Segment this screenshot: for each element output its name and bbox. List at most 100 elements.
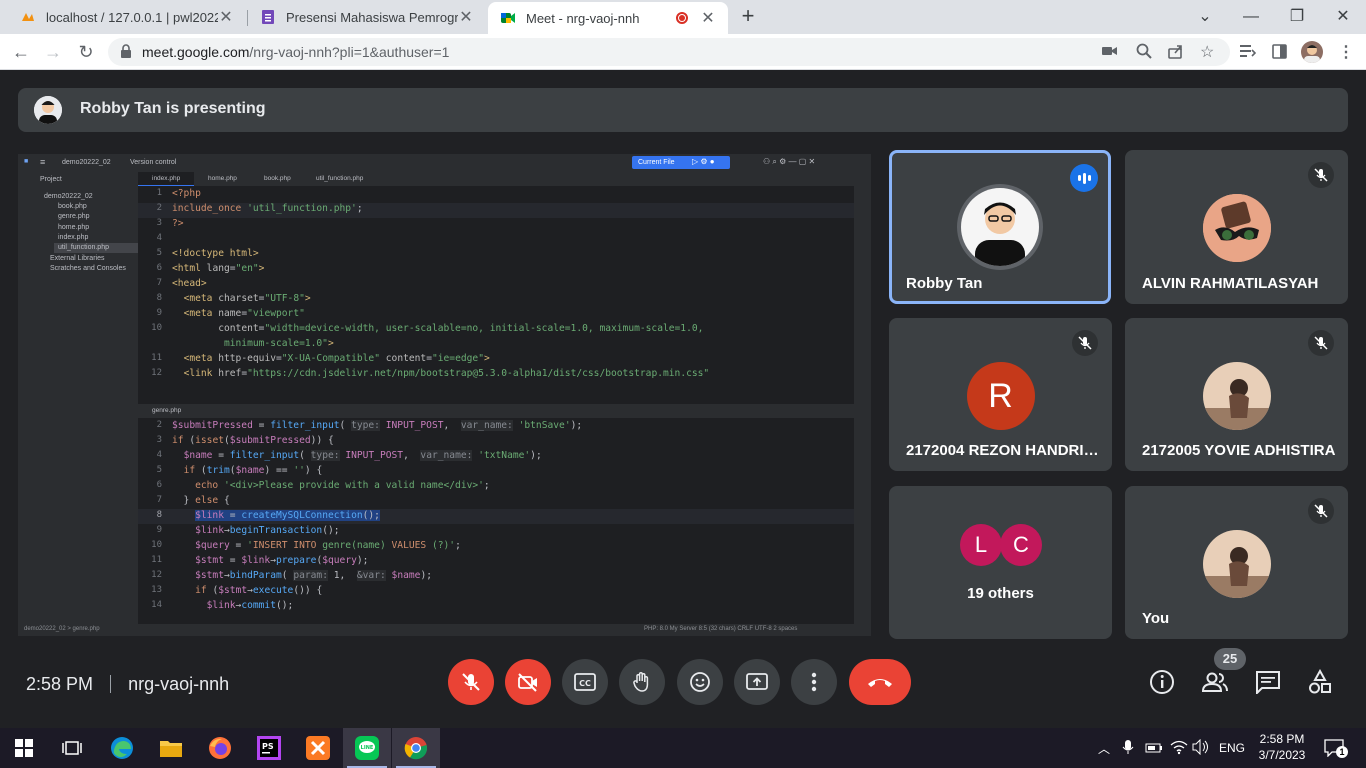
address-bar[interactable]: meet.google.com/nrg-vaoj-nnh?pli=1&authu… bbox=[108, 38, 1230, 66]
reload-icon[interactable]: ↻ bbox=[73, 39, 99, 65]
reactions-button[interactable] bbox=[677, 659, 723, 705]
participant-avatar bbox=[957, 184, 1043, 270]
camera-toggle-button[interactable] bbox=[505, 659, 551, 705]
ide-tab: index.php bbox=[152, 175, 181, 182]
tab-title: Presensi Mahasiswa Pemrograma bbox=[286, 9, 458, 25]
share-icon[interactable] bbox=[1168, 43, 1184, 64]
closed-captions-icon: CC bbox=[574, 673, 596, 691]
camera-off-icon bbox=[518, 673, 537, 692]
mic-off-icon bbox=[1072, 330, 1098, 356]
wifi-icon[interactable] bbox=[1170, 739, 1188, 760]
tab-close-icon[interactable]: ✕ bbox=[218, 7, 234, 27]
meeting-code: nrg-vaoj-nnh bbox=[128, 674, 230, 694]
more-options-button[interactable] bbox=[791, 659, 837, 705]
restore-button[interactable]: ❐ bbox=[1274, 4, 1320, 30]
shared-screen: ■ ≡ demo20222_02 Version control Current… bbox=[18, 154, 871, 636]
battery-icon[interactable] bbox=[1145, 741, 1163, 759]
mic-off-icon bbox=[1308, 162, 1334, 188]
ide-menu-icon: ≡ bbox=[40, 157, 46, 167]
chat-button[interactable] bbox=[1254, 668, 1282, 696]
ide-tab: genre.php bbox=[152, 407, 182, 414]
participant-tile-you[interactable]: You bbox=[1125, 486, 1348, 639]
tab-search-icon[interactable]: ⌄ bbox=[1182, 4, 1228, 30]
ide-tab: util_function.php bbox=[316, 175, 364, 182]
taskbar-firefox[interactable] bbox=[196, 728, 244, 768]
zoom-icon[interactable] bbox=[1136, 43, 1152, 64]
tab-presensi[interactable]: Presensi Mahasiswa Pemrograma ✕ bbox=[248, 0, 486, 34]
task-view-button[interactable] bbox=[48, 728, 96, 768]
activities-button[interactable] bbox=[1306, 668, 1334, 696]
present-screen-button[interactable] bbox=[734, 659, 780, 705]
show-hidden-icons[interactable]: ︿ bbox=[1098, 740, 1110, 757]
ide-window-icons: ⚇ ⌕ ⚙ — ▢ ✕ bbox=[763, 157, 816, 166]
volume-icon[interactable] bbox=[1192, 738, 1210, 760]
leave-call-button[interactable] bbox=[849, 659, 911, 705]
browser-tab-strip: localhost / 127.0.0.1 | pwl20222 | ✕ Pre… bbox=[0, 0, 1366, 34]
activities-icon bbox=[1309, 669, 1331, 694]
people-button[interactable] bbox=[1201, 668, 1229, 696]
meeting-details-button[interactable] bbox=[1148, 668, 1176, 696]
ide-status-info: PHP: 8.0 My Server 8:5 (32 chars) CRLF U… bbox=[644, 626, 798, 632]
forms-icon bbox=[260, 9, 276, 25]
minimize-button[interactable]: — bbox=[1228, 4, 1274, 30]
lock-icon[interactable] bbox=[120, 44, 132, 63]
taskbar-clock[interactable]: 2:58 PM 3/7/2023 bbox=[1254, 731, 1310, 763]
taskbar-phpstorm[interactable]: PS bbox=[245, 728, 293, 768]
bookmark-star-icon[interactable]: ☆ bbox=[1200, 42, 1214, 62]
windows-logo-icon bbox=[15, 739, 33, 757]
notification-count-badge: 1 bbox=[1336, 746, 1348, 758]
ide-title-bar: ■ ≡ demo20222_02 Version control Current… bbox=[18, 154, 871, 172]
side-panel-icon[interactable] bbox=[1272, 44, 1287, 64]
recording-icon bbox=[676, 12, 688, 24]
ide-editor: index.php home.php book.php util_functio… bbox=[138, 172, 854, 624]
tab-close-icon[interactable]: ✕ bbox=[458, 7, 474, 27]
chrome-icon bbox=[404, 737, 428, 760]
participant-tile-others[interactable]: L C 19 others bbox=[889, 486, 1112, 639]
participant-tile-yovie[interactable]: 2172005 YOVIE ADHISTIRA bbox=[1125, 318, 1348, 471]
captions-button[interactable]: CC bbox=[562, 659, 608, 705]
start-button[interactable] bbox=[0, 728, 48, 768]
ide-project-panel: Project demo20222_02 book.php genre.php … bbox=[32, 172, 138, 624]
taskbar-line[interactable]: LINE bbox=[343, 728, 391, 768]
taskbar-edge[interactable] bbox=[98, 728, 146, 768]
participant-tile-rezon[interactable]: R 2172004 REZON HANDRIYANTO bbox=[889, 318, 1112, 471]
forward-arrow-icon[interactable]: → bbox=[40, 39, 66, 65]
new-tab-button[interactable]: + bbox=[736, 5, 760, 29]
participant-tile-robby-tan[interactable]: Robby Tan bbox=[889, 150, 1111, 304]
presenting-banner: Robby Tan is presenting bbox=[18, 88, 1348, 132]
taskbar-xampp[interactable] bbox=[294, 728, 342, 768]
tab-close-icon[interactable]: ✕ bbox=[700, 8, 716, 28]
back-arrow-icon[interactable]: ← bbox=[8, 39, 34, 65]
firefox-icon bbox=[209, 737, 231, 759]
people-icon bbox=[1201, 672, 1228, 692]
profile-avatar[interactable] bbox=[1301, 41, 1323, 63]
tab-phpmyadmin[interactable]: localhost / 127.0.0.1 | pwl20222 | ✕ bbox=[8, 0, 246, 34]
participant-tile-alvin[interactable]: ALVIN RAHMATILASYAH bbox=[1125, 150, 1348, 304]
chrome-menu-icon[interactable]: ⋮ bbox=[1338, 42, 1354, 62]
raise-hand-button[interactable] bbox=[619, 659, 665, 705]
reading-list-icon[interactable] bbox=[1240, 44, 1257, 63]
ide-lower-tabs: genre.php bbox=[138, 404, 854, 418]
participant-name: 2172004 REZON HANDRIYANTO bbox=[906, 442, 1106, 459]
tree-item: demo20222_02 bbox=[44, 193, 93, 200]
present-icon bbox=[746, 673, 768, 690]
taskbar-chrome[interactable] bbox=[392, 728, 440, 768]
tree-item: Scratches and Consoles bbox=[50, 265, 126, 272]
mic-toggle-button[interactable] bbox=[448, 659, 494, 705]
more-vert-icon bbox=[811, 672, 817, 692]
task-view-icon bbox=[62, 741, 82, 755]
input-language[interactable]: ENG bbox=[1219, 741, 1245, 755]
taskbar-file-explorer[interactable] bbox=[147, 728, 195, 768]
microphone-tray-icon[interactable] bbox=[1122, 739, 1134, 760]
tab-meet[interactable]: Meet - nrg-vaoj-nnh ✕ bbox=[488, 2, 728, 34]
browser-toolbar: ← → ↻ meet.google.com/nrg-vaoj-nnh?pli=1… bbox=[0, 34, 1366, 70]
camera-in-use-icon[interactable] bbox=[1102, 44, 1118, 63]
participant-initial-avatar: L bbox=[960, 524, 1002, 566]
url-text: meet.google.com/nrg-vaoj-nnh?pli=1&authu… bbox=[142, 44, 449, 60]
tree-item: home.php bbox=[58, 224, 90, 231]
ide-breadcrumb: demo20222_02 > genre.php bbox=[24, 626, 100, 632]
svg-text:PS: PS bbox=[262, 742, 274, 751]
emoji-icon bbox=[690, 672, 710, 692]
mic-off-icon bbox=[1308, 498, 1334, 524]
close-window-button[interactable]: ✕ bbox=[1320, 4, 1366, 30]
